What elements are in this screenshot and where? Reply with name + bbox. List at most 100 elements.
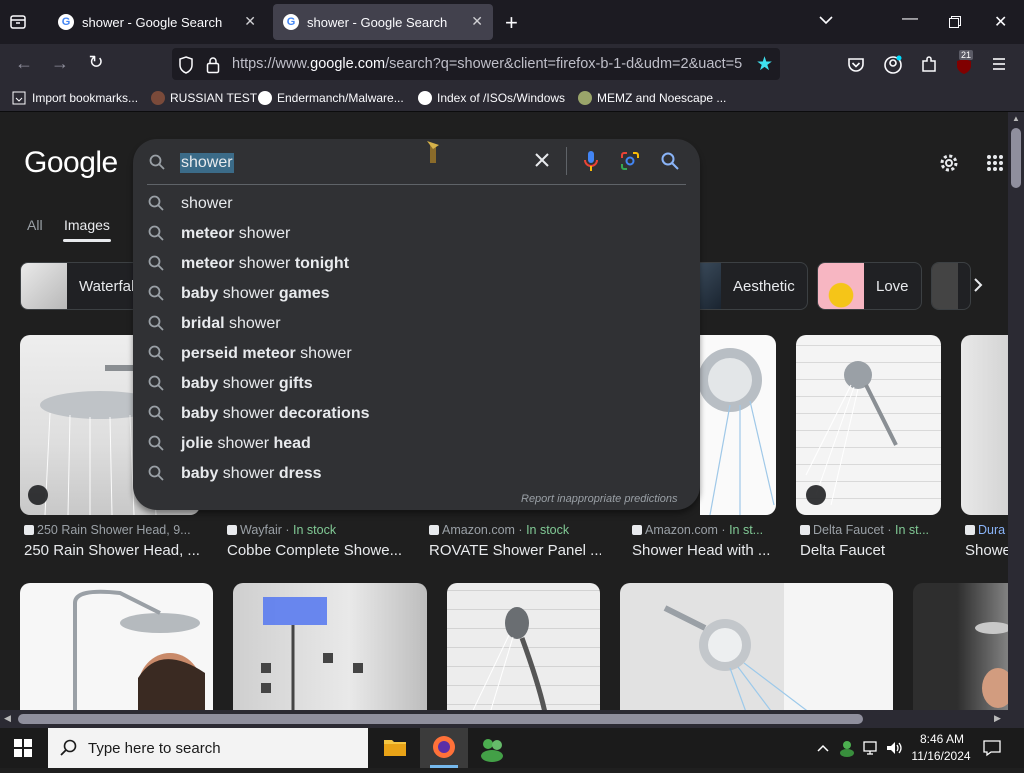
image-result-9[interactable]	[447, 583, 600, 710]
lock-icon[interactable]	[206, 56, 220, 79]
network-icon[interactable]	[863, 740, 881, 761]
navigation-toolbar: ← → ↻ https://www. google.com/search?q=sh…	[0, 44, 1024, 86]
result-source[interactable]: 250 Rain Shower Head, 9...	[24, 523, 200, 537]
pocket-icon[interactable]	[847, 57, 865, 78]
tab-list-icon[interactable]	[8, 12, 28, 32]
voice-search-mic-icon[interactable]	[583, 150, 599, 177]
bookmark-russian-test[interactable]: RUSSIAN TEST	[151, 91, 257, 105]
suggestion-item[interactable]: jolie shower head	[133, 429, 700, 459]
tab-images-underline	[63, 239, 111, 242]
address-bar[interactable]: https://www. google.com/search?q=shower&c…	[172, 48, 780, 80]
back-icon[interactable]: ←	[10, 53, 38, 74]
bookmark-import[interactable]: Import bookmarks...	[12, 91, 138, 105]
settings-gear-icon[interactable]	[938, 152, 960, 179]
url-prefix: https://www.	[232, 56, 311, 72]
suggestion-item[interactable]: meteor shower	[133, 219, 700, 249]
vertical-scrollbar[interactable]: ▲	[1008, 112, 1024, 728]
volume-icon[interactable]	[886, 740, 904, 761]
scroll-left-arrow[interactable]: ◀	[4, 713, 11, 724]
close-icon[interactable]: ✕	[471, 13, 483, 30]
image-result-8[interactable]	[233, 583, 427, 710]
extensions-puzzle-icon[interactable]	[920, 55, 938, 78]
report-predictions-link[interactable]: Report inappropriate predictions	[521, 493, 678, 505]
notifications-icon[interactable]	[983, 739, 1001, 762]
result-caption[interactable]: Shower Head with ...	[632, 542, 772, 559]
suggestion-item[interactable]: baby shower games	[133, 279, 700, 309]
app-people-icon[interactable]	[472, 732, 512, 764]
result-source[interactable]: Wayfair · In stock	[227, 523, 407, 537]
search-input[interactable]: shower	[180, 153, 234, 173]
scrollbar-thumb[interactable]	[18, 714, 863, 724]
chip-aesthetic[interactable]: Aesthetic	[699, 262, 808, 310]
new-tab-button[interactable]: +	[505, 10, 518, 36]
extension-ublock-icon[interactable]: 21	[955, 50, 974, 75]
google-lens-icon[interactable]	[620, 151, 640, 176]
chip-more[interactable]	[931, 262, 971, 310]
minimize-button[interactable]: —	[902, 10, 918, 28]
file-explorer-icon[interactable]	[375, 732, 415, 764]
google-logo[interactable]: Google	[24, 146, 118, 180]
image-result-6[interactable]	[961, 335, 1008, 515]
image-result-11[interactable]	[913, 583, 1008, 710]
google-apps-grid-icon[interactable]	[986, 154, 1004, 177]
result-source[interactable]: Dura	[965, 523, 1008, 537]
suggestion-item[interactable]: shower	[133, 189, 700, 219]
scrollbar-thumb[interactable]	[1011, 128, 1021, 188]
bookmark-endermanch[interactable]: Endermanch/Malware...	[258, 91, 404, 105]
clear-search-icon[interactable]	[533, 151, 551, 174]
suggestion-item[interactable]: baby shower dress	[133, 459, 700, 489]
taskbar-search-box[interactable]: Type here to search	[48, 728, 368, 768]
firefox-taskbar-icon[interactable]	[420, 728, 468, 768]
reload-icon[interactable]: ↻	[82, 52, 110, 73]
suggestion-item[interactable]: baby shower gifts	[133, 369, 700, 399]
account-icon[interactable]	[883, 55, 903, 80]
image-result-10[interactable]	[620, 583, 893, 710]
restore-button[interactable]	[949, 15, 961, 33]
clock-time[interactable]: 8:46 AM	[916, 732, 968, 746]
close-icon[interactable]: ✕	[244, 13, 256, 30]
result-caption[interactable]: 250 Rain Shower Head, ...	[24, 542, 200, 559]
bookmark-index-isos[interactable]: Index of /ISOs/Windows	[418, 91, 565, 105]
list-all-tabs-icon[interactable]	[818, 12, 834, 33]
clock-date[interactable]: 11/16/2024	[908, 749, 974, 763]
suggestion-item[interactable]: bridal shower	[133, 309, 700, 339]
suggestion-item[interactable]: perseid meteor shower	[133, 339, 700, 369]
search-submit-icon[interactable]	[661, 152, 679, 175]
window-close-button[interactable]: ✕	[994, 12, 1007, 32]
suggestion-item[interactable]: baby shower decorations	[133, 399, 700, 429]
image-result-5[interactable]	[796, 335, 941, 515]
forward-icon[interactable]: →	[46, 53, 74, 74]
tab-2[interactable]: G shower - Google Search ✕	[273, 4, 493, 40]
result-caption[interactable]: Cobbe Complete Showe...	[227, 542, 402, 559]
image-result-7[interactable]	[20, 583, 213, 710]
suggestion-item[interactable]: meteor shower tonight	[133, 249, 700, 279]
bookmark-label: RUSSIAN TEST	[170, 91, 258, 105]
chip-label: Waterfall	[79, 277, 138, 295]
import-icon	[12, 91, 26, 105]
bookmark-memz[interactable]: MEMZ and Noescape ...	[578, 91, 726, 105]
source-favicon-icon	[800, 525, 810, 535]
image-result-4[interactable]	[700, 335, 776, 515]
tab-images[interactable]: Images	[64, 217, 110, 233]
show-hidden-icons-chevron-icon[interactable]	[816, 741, 830, 759]
chip-love[interactable]: Love	[817, 262, 922, 310]
windows-start-icon[interactable]	[14, 739, 32, 762]
result-source[interactable]: Delta Faucet · In st...	[800, 523, 940, 537]
tray-app-icon[interactable]	[839, 739, 855, 762]
result-caption[interactable]: ROVATE Shower Panel ...	[429, 542, 601, 559]
menu-hamburger-icon[interactable]	[991, 56, 1007, 77]
tracking-protection-shield-icon[interactable]	[178, 56, 194, 79]
scroll-right-arrow[interactable]: ▶	[994, 713, 1001, 724]
chip-waterfall[interactable]: Waterfall	[20, 262, 140, 310]
result-caption[interactable]: Showe	[965, 542, 1008, 559]
search-icon	[148, 315, 164, 331]
tab-all[interactable]: All	[27, 217, 43, 233]
chip-scroll-right-icon[interactable]	[972, 277, 984, 298]
result-source[interactable]: Amazon.com · In st...	[632, 523, 770, 537]
result-caption[interactable]: Delta Faucet	[800, 542, 940, 559]
horizontal-scrollbar[interactable]: ◀ ▶	[0, 710, 1008, 728]
bookmark-star-icon[interactable]: ★	[756, 53, 773, 76]
scroll-up-arrow[interactable]: ▲	[1012, 114, 1020, 123]
result-source[interactable]: Amazon.com · In stock	[429, 523, 609, 537]
tab-1[interactable]: G shower - Google Search ✕	[48, 4, 266, 40]
